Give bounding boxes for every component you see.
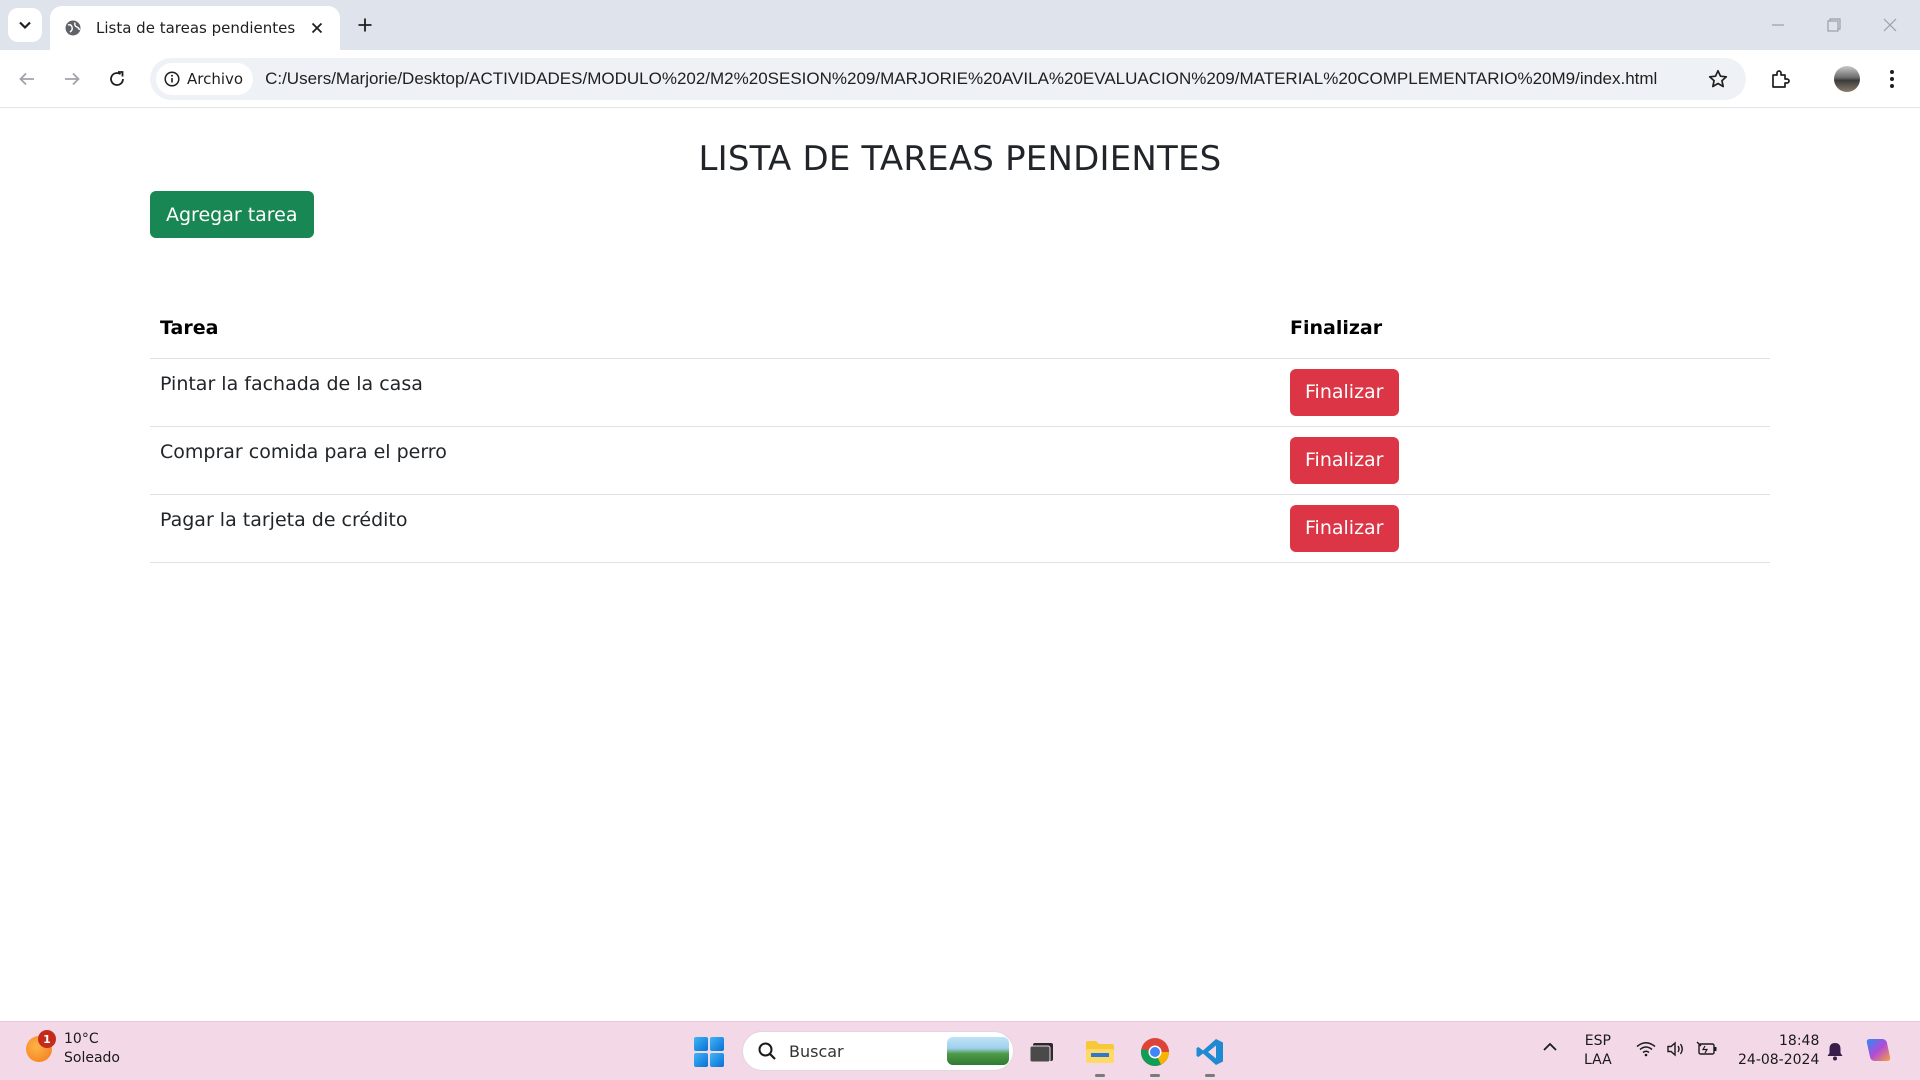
site-info-label: Archivo [187, 70, 244, 88]
column-header-finish: Finalizar [1280, 299, 1770, 359]
browser-toolbar: Archivo C:/Users/Marjorie/Desktop/ACTIVI… [0, 50, 1920, 108]
file-explorer-button[interactable] [1082, 1034, 1118, 1077]
search-highlight-image [947, 1037, 1009, 1065]
running-indicator [1205, 1074, 1215, 1077]
windows-logo-tile [710, 1037, 724, 1051]
restore-button[interactable] [1814, 8, 1854, 42]
wifi-icon [1636, 1042, 1656, 1057]
weather-widget[interactable]: 1 10°C Soleado [26, 1030, 120, 1068]
clock[interactable]: 18:48 24-08-2024 [1738, 1032, 1819, 1070]
table-row: Pagar la tarjeta de crédito Finalizar [150, 494, 1770, 563]
clock-date: 24-08-2024 [1738, 1052, 1820, 1068]
running-indicator [1095, 1074, 1105, 1077]
back-button[interactable] [9, 61, 45, 97]
language-code: ESP [1584, 1033, 1611, 1049]
taskbar: 1 10°C Soleado Buscar ESP LAA 18:48 24-0… [0, 1021, 1920, 1080]
address-bar[interactable]: Archivo C:/Users/Marjorie/Desktop/ACTIVI… [150, 58, 1746, 100]
reload-button[interactable] [99, 61, 135, 97]
new-tab-button[interactable] [350, 10, 380, 40]
chrome-button[interactable] [1137, 1034, 1173, 1077]
minimize-icon [1772, 24, 1784, 26]
puzzle-icon [1772, 70, 1790, 88]
action-cell: Finalizar [1280, 426, 1770, 495]
copilot-icon [1866, 1039, 1891, 1061]
action-cell: Finalizar [1280, 358, 1770, 427]
info-icon [164, 71, 180, 87]
weather-temperature: 10°C [64, 1031, 99, 1047]
restore-icon [1827, 18, 1841, 32]
tab-close-button[interactable] [306, 17, 328, 39]
windows-logo-tile [694, 1037, 708, 1051]
show-hidden-icons-button[interactable] [1542, 1040, 1558, 1059]
browser-tab-bar: Lista de tareas pendientes [0, 0, 1920, 50]
page-content: LISTA DE TAREAS PENDIENTES Agregar tarea… [0, 109, 1920, 1021]
weather-description: Soleado [64, 1050, 120, 1066]
finish-task-button[interactable]: Finalizar [1290, 368, 1399, 416]
battery-icon [1696, 1041, 1717, 1055]
avatar [1834, 66, 1860, 92]
more-vertical-icon [1890, 70, 1894, 88]
reload-icon [110, 71, 124, 86]
task-cell: Comprar comida para el perro [150, 426, 1280, 495]
task-view-button[interactable] [1024, 1034, 1060, 1070]
search-placeholder: Buscar [789, 1041, 844, 1061]
vscode-icon [1196, 1039, 1223, 1065]
task-cell: Pintar la fachada de la casa [150, 358, 1280, 427]
action-cell: Finalizar [1280, 494, 1770, 563]
taskbar-search[interactable]: Buscar [742, 1031, 1014, 1071]
globe-icon [65, 20, 81, 36]
browser-tab[interactable]: Lista de tareas pendientes [50, 6, 340, 50]
task-table: Tarea Finalizar Pintar la fachada de la … [150, 299, 1770, 563]
url-text[interactable]: C:/Users/Marjorie/Desktop/ACTIVIDADES/MO… [265, 69, 1698, 89]
forward-button[interactable] [54, 61, 90, 97]
table-row: Comprar comida para el perro Finalizar [150, 426, 1770, 495]
close-icon [1883, 18, 1897, 32]
search-icon [758, 1042, 776, 1060]
tab-title: Lista de tareas pendientes [96, 19, 296, 37]
task-view-icon [1029, 1043, 1053, 1063]
chevron-up-icon [1543, 1042, 1557, 1051]
site-info-chip[interactable]: Archivo [156, 63, 254, 95]
column-header-task: Tarea [150, 299, 1280, 359]
folder-icon [1086, 1041, 1114, 1063]
start-button[interactable] [694, 1037, 724, 1067]
keyboard-layout: LAA [1584, 1052, 1612, 1068]
volume-icon [1667, 1041, 1683, 1057]
table-header-row: Tarea Finalizar [150, 299, 1770, 359]
star-icon [1708, 69, 1728, 88]
finish-task-button[interactable]: Finalizar [1290, 504, 1399, 552]
system-status[interactable] [1636, 1041, 1718, 1057]
profile-button[interactable] [1829, 61, 1865, 97]
notification-badge: 1 [38, 1030, 56, 1048]
close-window-button[interactable] [1870, 8, 1910, 42]
extensions-button[interactable] [1763, 61, 1799, 97]
notifications-button[interactable] [1826, 1041, 1844, 1067]
add-task-button[interactable]: Agregar tarea [150, 191, 314, 238]
close-icon [311, 22, 323, 34]
windows-logo-tile [710, 1053, 724, 1067]
table-row: Pintar la fachada de la casa Finalizar [150, 358, 1770, 427]
task-cell: Pagar la tarjeta de crédito [150, 494, 1280, 563]
menu-button[interactable] [1874, 61, 1910, 97]
minimize-button[interactable] [1758, 8, 1798, 42]
finish-task-button[interactable]: Finalizar [1290, 436, 1399, 484]
clock-time: 18:48 [1779, 1033, 1820, 1049]
copilot-button[interactable] [1864, 1035, 1894, 1071]
windows-logo-tile [694, 1053, 708, 1067]
bell-icon [1827, 1043, 1843, 1061]
sun-icon: 1 [26, 1030, 56, 1062]
running-indicator [1150, 1074, 1160, 1077]
chevron-down-icon [19, 21, 31, 30]
bookmark-button[interactable] [1698, 59, 1738, 99]
tab-search-button[interactable] [8, 8, 42, 42]
vscode-button[interactable] [1192, 1034, 1228, 1077]
arrow-right-icon [65, 72, 80, 86]
plus-icon [358, 18, 372, 32]
arrow-left-icon [19, 72, 34, 86]
page-title: LISTA DE TAREAS PENDIENTES [698, 139, 1222, 179]
chrome-icon [1141, 1038, 1169, 1066]
language-indicator[interactable]: ESP LAA [1584, 1032, 1612, 1070]
